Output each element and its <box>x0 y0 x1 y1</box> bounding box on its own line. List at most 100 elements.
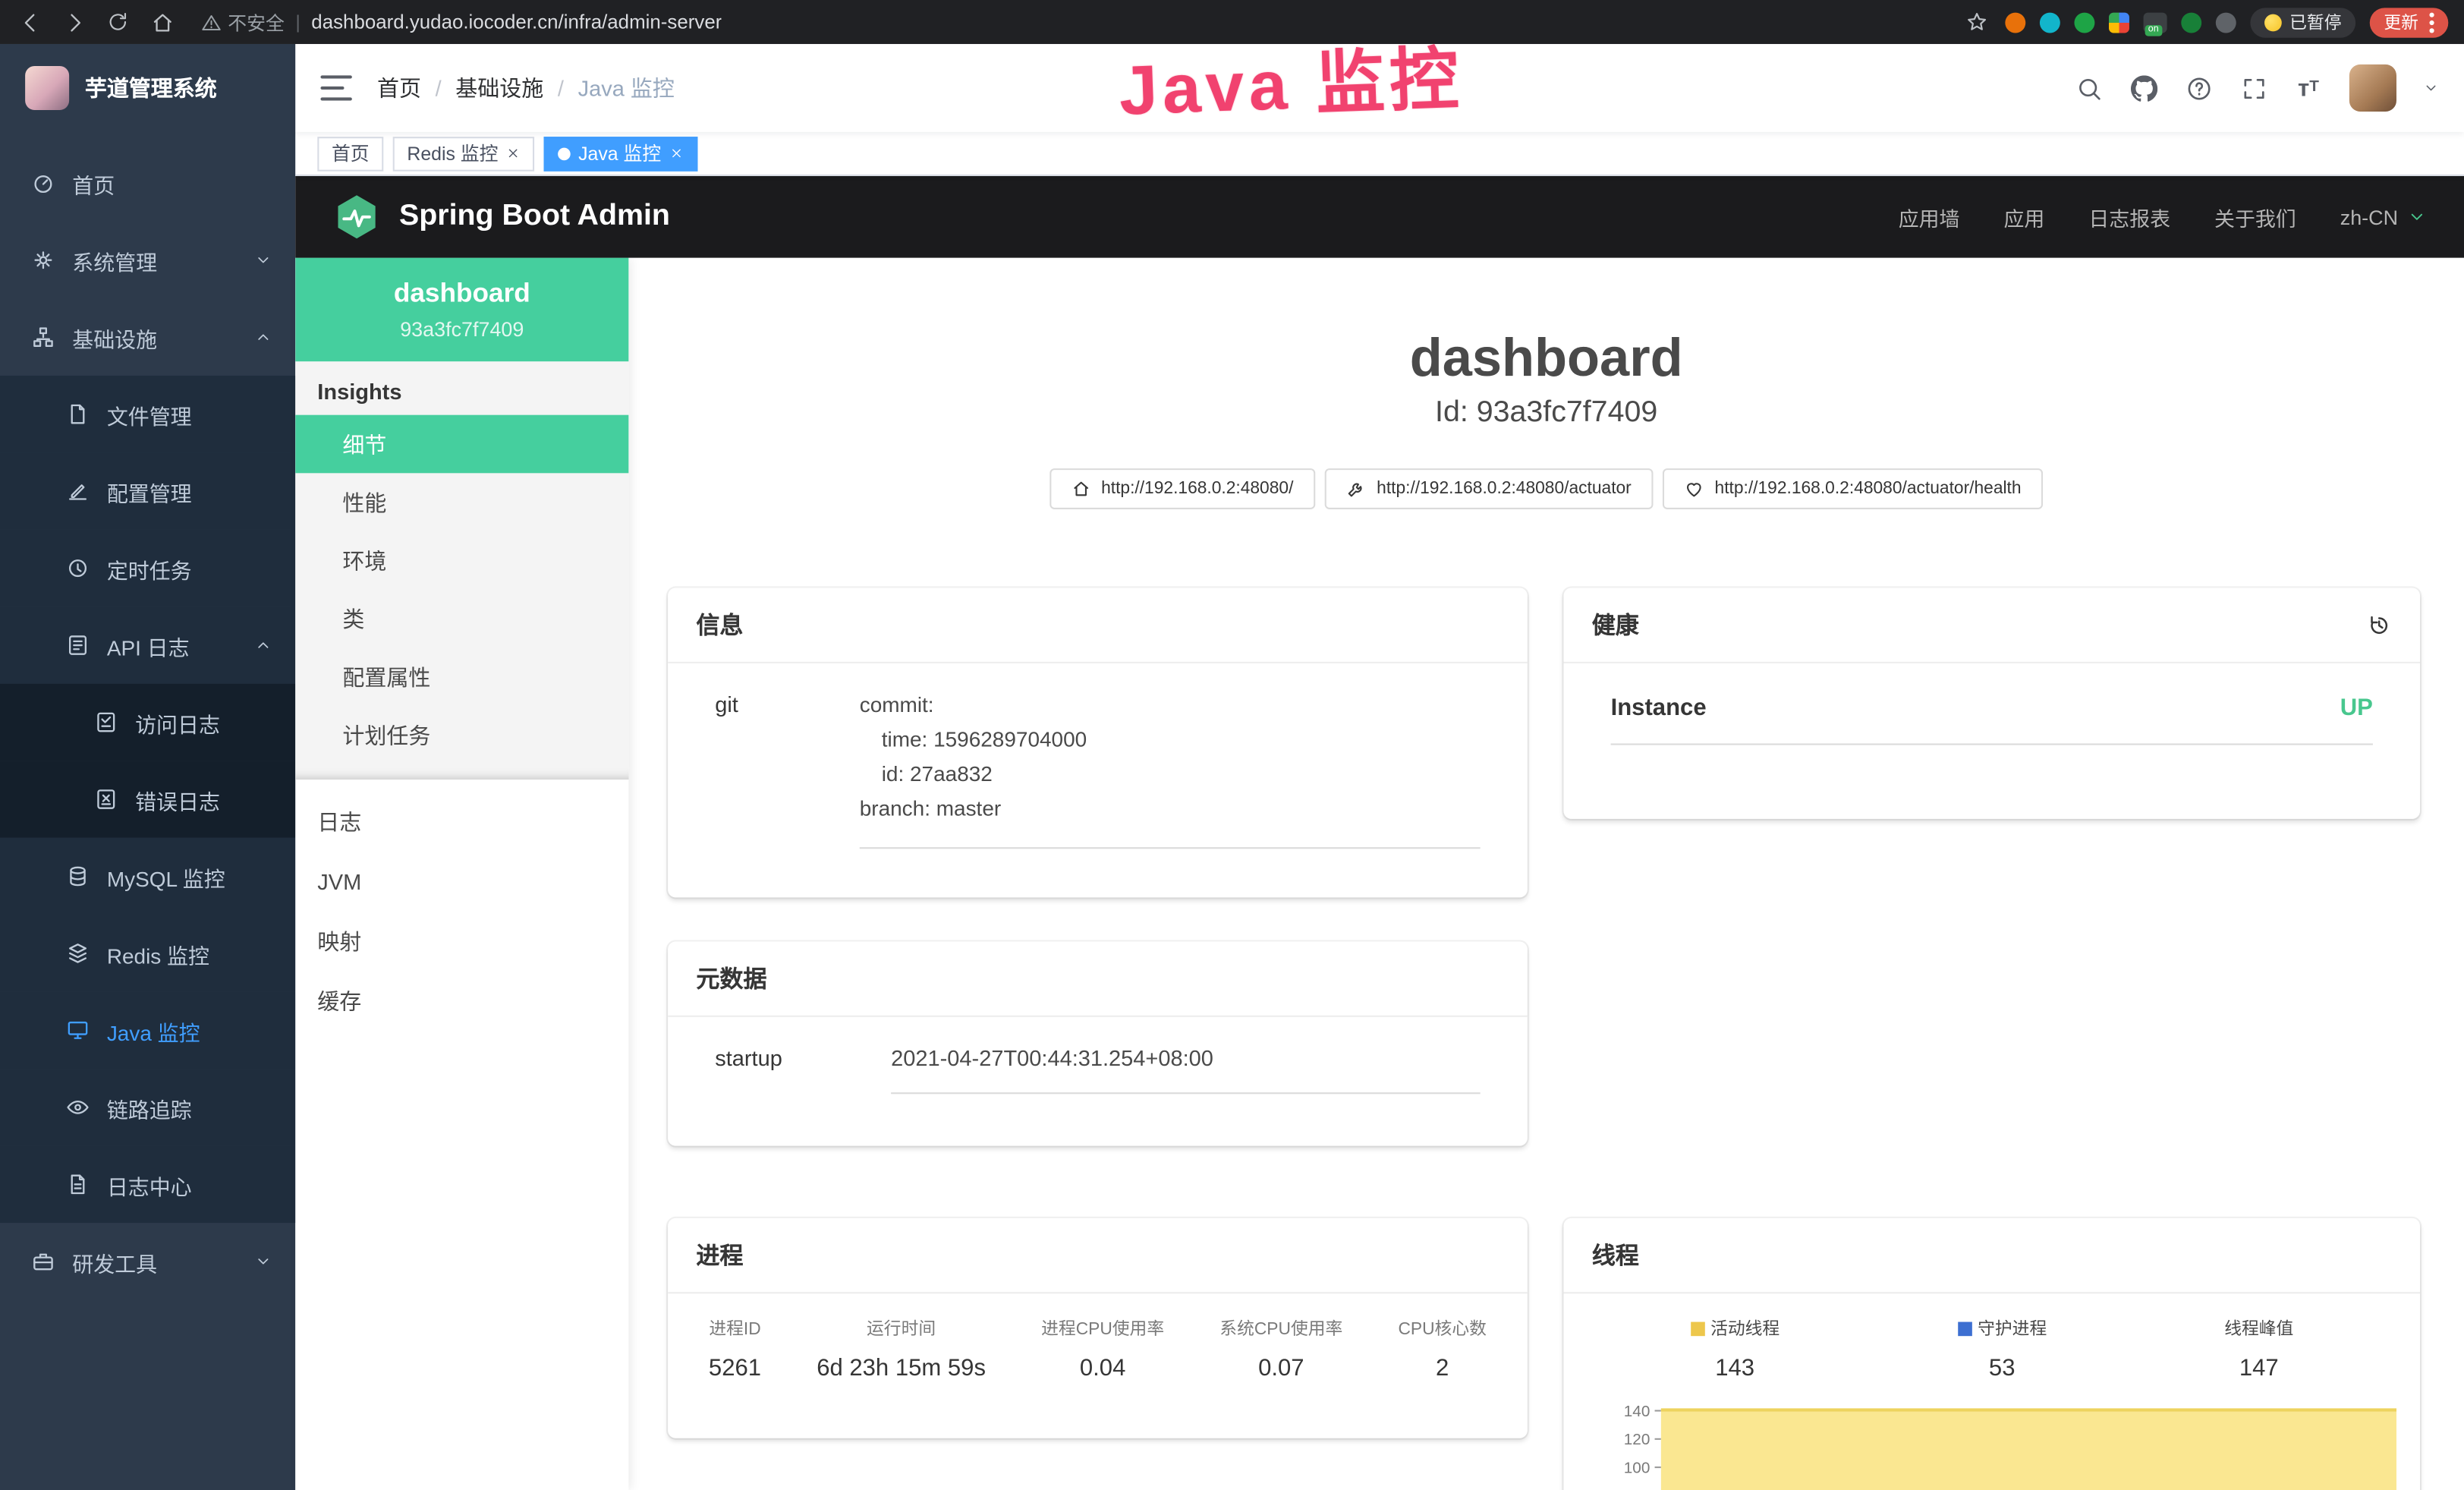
security-warning[interactable]: 不安全 <box>201 8 285 35</box>
sidebar-item-label: 系统管理 <box>72 244 157 276</box>
home-icon[interactable] <box>148 8 176 36</box>
sba-menu-logs[interactable]: 日志 <box>295 792 628 852</box>
sidebar-item-home[interactable]: 首页 <box>0 145 295 222</box>
process-card-header: 进程 <box>668 1218 1528 1293</box>
git-id-line: id: 27aa832 <box>860 758 1481 792</box>
reload-icon[interactable] <box>104 8 132 36</box>
service-url-button[interactable]: http://192.168.0.2:48080/ <box>1049 468 1316 509</box>
sba-menu-classes[interactable]: 类 <box>295 590 628 648</box>
browser-menu-icon[interactable] <box>2429 12 2434 33</box>
sidebar-item-config-manage[interactable]: 配置管理 <box>0 452 295 529</box>
y-tick-label: 120 <box>1624 1432 1651 1449</box>
sba-menu-jvm[interactable]: JVM <box>295 852 628 912</box>
sba-nav-wallboard[interactable]: 应用墙 <box>1899 202 1960 232</box>
sidebar-item-dev-tools[interactable]: 研发工具 <box>0 1223 295 1299</box>
threads-chart: 140 120 100 <box>1563 1403 2420 1490</box>
sidebar-item-infra[interactable]: 基础设施 <box>0 298 295 375</box>
paused-badge[interactable]: 已暂停 <box>2250 7 2355 36</box>
sidebar-item-system[interactable]: 系统管理 <box>0 222 295 298</box>
breadcrumb-item[interactable]: 首页 <box>377 72 421 103</box>
stat-label: 系统CPU使用率 <box>1219 1315 1342 1340</box>
health-url-button[interactable]: http://192.168.0.2:48080/actuator/health <box>1663 468 2043 509</box>
status-badge: UP <box>2340 695 2373 721</box>
extension-icon[interactable] <box>2074 12 2094 33</box>
sidebar-item-java-monitor[interactable]: Java 监控 <box>0 992 295 1069</box>
fullscreen-icon[interactable] <box>2239 74 2267 102</box>
update-button[interactable]: 更新 <box>2370 7 2449 36</box>
locale-select[interactable]: zh-CN <box>2340 205 2427 228</box>
sba-menu-mappings[interactable]: 映射 <box>295 912 628 972</box>
instance-id: 93a3fc7f7409 <box>308 317 616 341</box>
sba-nav-applications[interactable]: 应用 <box>2003 202 2044 232</box>
sba-brand[interactable]: Spring Boot Admin <box>333 194 670 241</box>
sba-nav-journal[interactable]: 日志报表 <box>2088 202 2170 232</box>
sba-nav-about[interactable]: 关于我们 <box>2214 202 2296 232</box>
address-bar[interactable]: 不安全 | dashboard.yudao.iocoder.cn/infra/a… <box>192 8 1947 35</box>
sidebar-item-api-log[interactable]: API 日志 <box>0 606 295 683</box>
stat-value: 5261 <box>709 1355 761 1381</box>
search-icon[interactable] <box>2074 74 2102 102</box>
sba-menu-caches[interactable]: 缓存 <box>295 972 628 1032</box>
threads-card: 线程 活动线程 143 <box>1563 1218 2420 1490</box>
threads-card-header: 线程 <box>1563 1218 2420 1293</box>
stat-label: CPU核心数 <box>1398 1315 1486 1340</box>
extension-puzzle-icon[interactable] <box>2216 12 2236 33</box>
instance-header[interactable]: dashboard 93a3fc7f7409 <box>295 258 628 362</box>
sidebar-item-file-manage[interactable]: 文件管理 <box>0 376 295 452</box>
sidebar-item-access-log[interactable]: 访问日志 <box>0 684 295 761</box>
tab-redis-monitor[interactable]: Redis 监控 <box>393 136 534 171</box>
infrastructure-icon <box>31 326 55 349</box>
sidebar-item-label: 文件管理 <box>107 398 192 430</box>
caret-down-icon[interactable] <box>2423 80 2439 96</box>
sidebar-item-scheduled-jobs[interactable]: 定时任务 <box>0 530 295 606</box>
help-icon[interactable] <box>2184 74 2212 102</box>
tab-java-monitor[interactable]: Java 监控 <box>544 136 697 171</box>
sidebar-item-log-center[interactable]: 日志中心 <box>0 1146 295 1223</box>
avatar[interactable] <box>2349 65 2396 112</box>
back-icon[interactable] <box>16 8 44 36</box>
app-sidebar: 芋道管理系统 首页 系统管理 基础设施 <box>0 44 295 1490</box>
dashboard-icon <box>31 172 55 195</box>
sba-navbar: Spring Boot Admin 应用墙 应用 日志报表 关于我们 zh-CN <box>295 176 2464 258</box>
url-text[interactable]: dashboard.yudao.iocoder.cn/infra/admin-s… <box>311 11 722 33</box>
sba-menu-details[interactable]: 细节 <box>295 415 628 474</box>
history-icon[interactable] <box>2367 613 2392 638</box>
chevron-down-icon <box>254 251 272 269</box>
extension-icon[interactable] <box>2109 12 2129 33</box>
app-logo-bar[interactable]: 芋道管理系统 <box>0 44 295 132</box>
y-tick-label: 100 <box>1624 1460 1651 1478</box>
sidebar-item-redis-monitor[interactable]: Redis 监控 <box>0 915 295 991</box>
close-icon[interactable] <box>669 146 684 161</box>
tab-home[interactable]: 首页 <box>317 136 383 171</box>
sidebar-toggle-icon[interactable] <box>320 75 351 100</box>
stat-uptime: 运行时间 6d 23h 15m 59s <box>817 1315 986 1381</box>
sidebar-item-error-log[interactable]: 错误日志 <box>0 761 295 837</box>
github-icon[interactable] <box>2129 74 2157 102</box>
sidebar-item-mysql-monitor[interactable]: MySQL 监控 <box>0 838 295 915</box>
main-content: dashboard Id: 93a3fc7f7409 http://192.16… <box>628 258 2464 1490</box>
breadcrumb-item[interactable]: 基础设施 <box>455 72 543 103</box>
sidebar-item-tracing[interactable]: 链路追踪 <box>0 1069 295 1145</box>
close-icon[interactable] <box>506 146 521 161</box>
extension-icon[interactable] <box>2005 12 2025 33</box>
sba-menu-config-props[interactable]: 配置属性 <box>295 647 628 706</box>
actuator-url-button[interactable]: http://192.168.0.2:48080/actuator <box>1325 468 1654 509</box>
log-list-icon <box>66 634 90 657</box>
font-size-icon[interactable]: тT <box>2294 74 2322 102</box>
forward-icon[interactable] <box>60 8 88 36</box>
info-card: 信息 git commit: time: 1596289704000 id: 2… <box>668 587 1528 897</box>
tab-label: Java 监控 <box>578 140 661 166</box>
sba-menu-performance[interactable]: 性能 <box>295 473 628 531</box>
extension-icon[interactable] <box>2040 12 2060 33</box>
health-instance-row[interactable]: Instance UP <box>1611 695 2373 745</box>
chevron-down-icon <box>2407 207 2426 226</box>
sba-menu-environment[interactable]: 环境 <box>295 531 628 590</box>
extension-icon[interactable] <box>2181 12 2201 33</box>
edit-icon <box>66 480 90 503</box>
update-button-label: 更新 <box>2384 9 2418 34</box>
bookmark-star-icon[interactable] <box>1962 8 1990 36</box>
insights-group: Insights 细节 性能 环境 类 配置属性 计划任务 <box>295 361 628 780</box>
error-log-icon <box>94 787 118 811</box>
extension-on-icon[interactable] <box>2144 12 2167 33</box>
sba-menu-scheduled-tasks[interactable]: 计划任务 <box>295 706 628 764</box>
